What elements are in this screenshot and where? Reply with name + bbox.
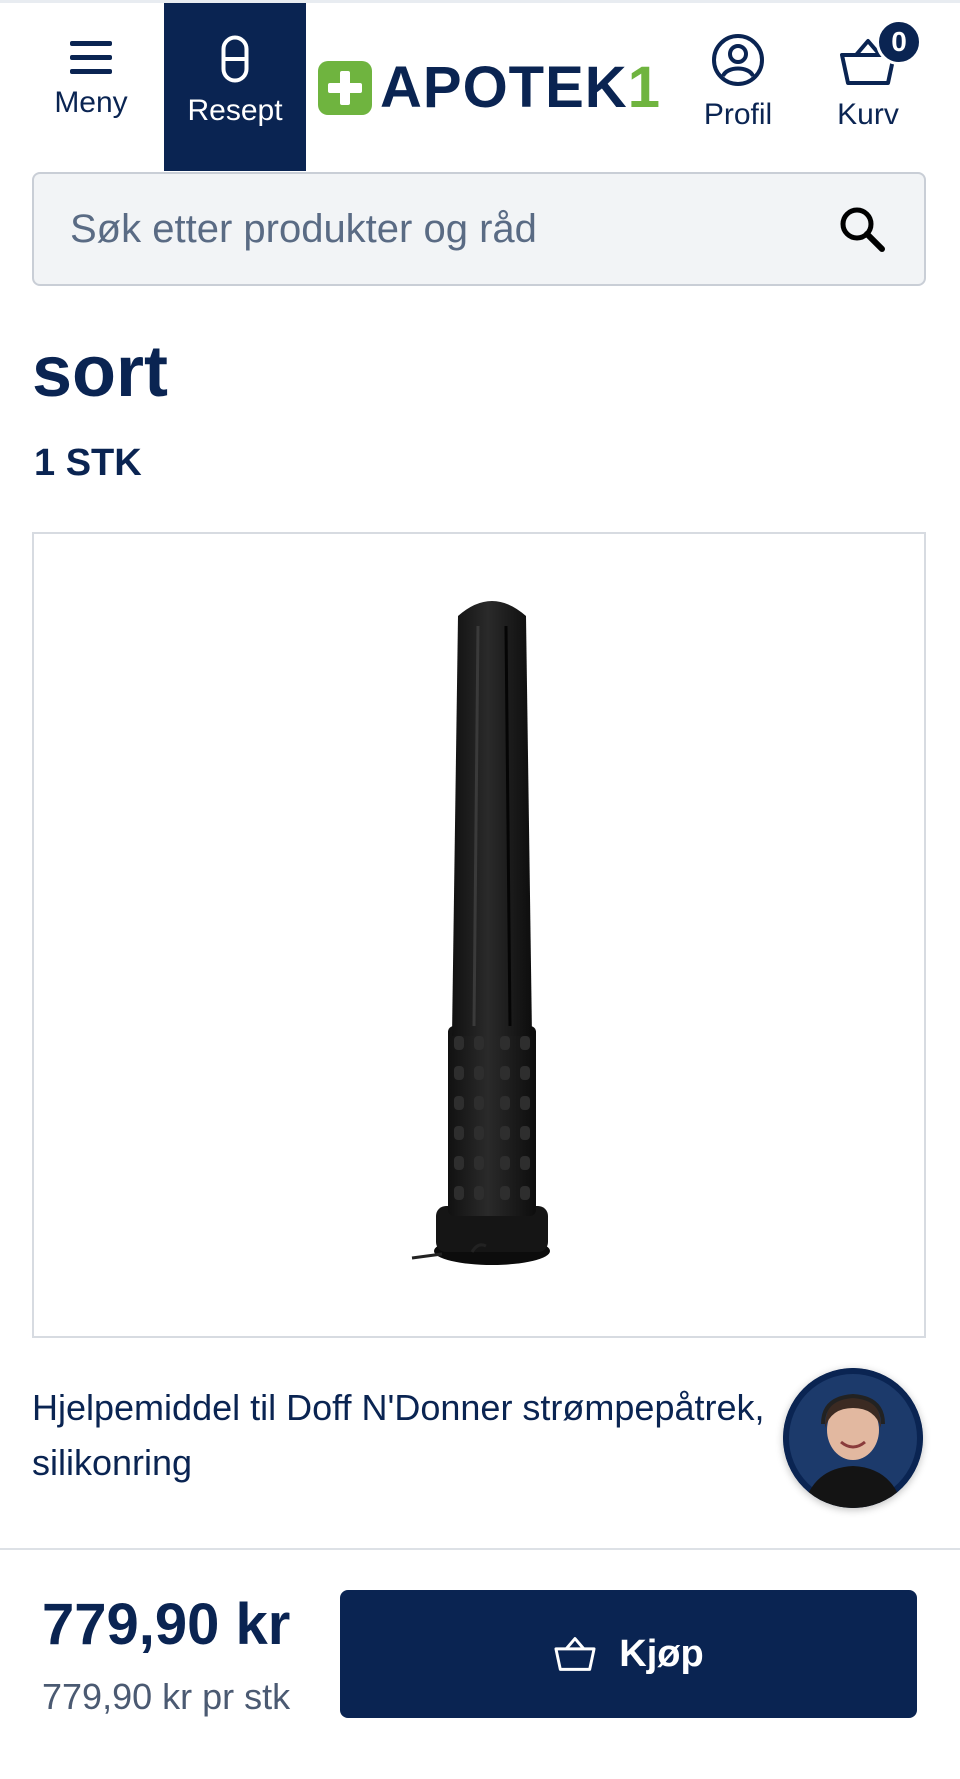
product-image-frame[interactable] xyxy=(32,532,926,1338)
site-header: Meny Resept APOTEK1 Profil Kurv 0 xyxy=(0,3,960,171)
plus-cross-icon xyxy=(318,61,372,115)
chat-assistant-avatar[interactable] xyxy=(783,1368,923,1508)
buy-button-label: Kjøp xyxy=(619,1632,704,1675)
cart-count-badge: 0 xyxy=(876,19,922,65)
search-input[interactable] xyxy=(68,205,836,253)
product-title: sort xyxy=(32,332,169,412)
product-description: Hjelpemiddel til Doff N'Donner strømpepå… xyxy=(32,1387,765,1483)
profile-button[interactable]: Profil xyxy=(690,3,786,171)
resept-button[interactable]: Resept xyxy=(164,3,306,171)
basket-icon xyxy=(554,1637,596,1671)
logo-wordmark: APOTEK1 xyxy=(380,55,661,120)
profile-label: Profil xyxy=(703,98,773,131)
product-image xyxy=(411,601,550,1265)
menu-label: Meny xyxy=(54,86,128,119)
resept-label: Resept xyxy=(187,94,283,127)
apotek1-logo[interactable]: APOTEK1 xyxy=(318,59,661,117)
buy-button[interactable]: Kjøp xyxy=(340,1590,917,1718)
capsule-icon xyxy=(221,35,249,88)
cart-label: Kurv xyxy=(837,98,899,131)
unit-price: 779,90 kr pr stk xyxy=(42,1676,291,1717)
bottom-bar-divider xyxy=(0,1548,960,1550)
search-icon[interactable] xyxy=(836,203,888,255)
menu-icon xyxy=(70,41,112,80)
search-bar xyxy=(32,172,926,286)
product-price: 779,90 kr xyxy=(42,1592,291,1657)
profile-icon xyxy=(711,33,765,92)
product-quantity: 1 STK xyxy=(34,442,142,484)
avatar-image xyxy=(783,1368,923,1508)
menu-button[interactable]: Meny xyxy=(38,3,144,171)
